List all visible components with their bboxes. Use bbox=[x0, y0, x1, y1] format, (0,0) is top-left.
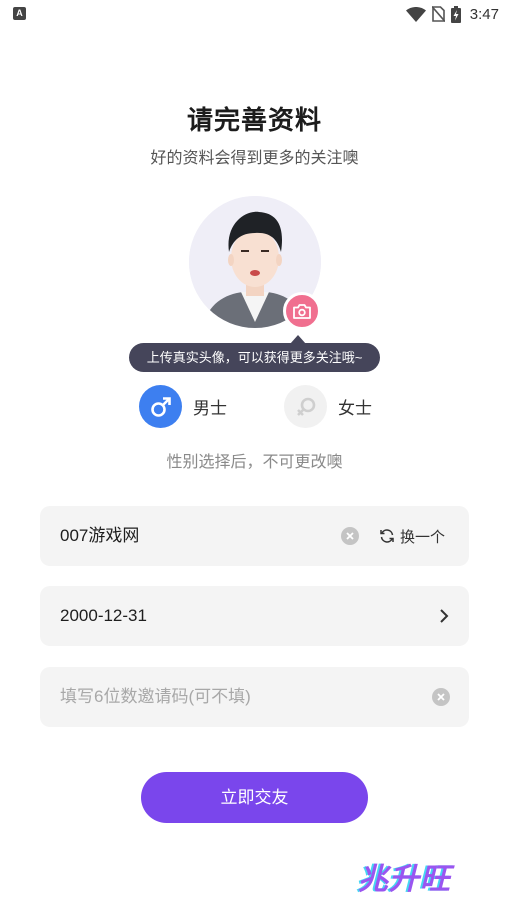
status-bar: A 3:47 bbox=[0, 0, 509, 28]
avatar-tooltip: 上传真实头像，可以获得更多关注哦~ bbox=[129, 343, 380, 372]
battery-charging-icon bbox=[450, 5, 461, 23]
female-icon bbox=[284, 385, 327, 428]
gender-option-male[interactable]: 男士 bbox=[139, 385, 227, 428]
nickname-field[interactable]: 007游戏网 换一个 bbox=[40, 506, 469, 566]
page-title: 请完善资料 bbox=[186, 105, 322, 135]
watermark-logo: 兆升旺 bbox=[358, 854, 468, 904]
male-icon bbox=[139, 385, 182, 428]
status-time: 3:47 bbox=[469, 5, 499, 23]
no-sim-icon bbox=[431, 6, 445, 22]
gender-label-female: 女士 bbox=[338, 399, 372, 418]
nickname-value[interactable]: 007游戏网 bbox=[60, 506, 139, 566]
upload-avatar-button[interactable] bbox=[283, 292, 321, 330]
birthday-field[interactable]: 2000-12-31 bbox=[40, 586, 469, 646]
gender-option-female[interactable]: 女士 bbox=[284, 385, 372, 428]
swap-label: 换一个 bbox=[400, 528, 446, 546]
submit-button[interactable]: 立即交友 bbox=[141, 772, 368, 823]
clear-invite-icon[interactable] bbox=[432, 688, 450, 706]
invite-code-field[interactable] bbox=[40, 667, 469, 727]
watermark-text: 兆升旺 bbox=[358, 863, 451, 896]
wifi-icon bbox=[405, 6, 426, 22]
clear-nickname-icon[interactable] bbox=[341, 527, 359, 545]
gender-label-male: 男士 bbox=[193, 399, 227, 418]
camera-icon bbox=[293, 303, 311, 319]
invite-code-input[interactable] bbox=[60, 682, 420, 712]
gender-note: 性别选择后，不可更改噢 bbox=[166, 454, 343, 471]
refresh-icon bbox=[380, 529, 394, 543]
chevron-right-icon bbox=[440, 609, 449, 623]
birthday-value: 2000-12-31 bbox=[60, 606, 147, 625]
swap-nickname-button[interactable]: 换一个 bbox=[379, 506, 445, 566]
notification-icon: A bbox=[13, 7, 26, 20]
status-icons: 3:47 bbox=[405, 4, 499, 24]
page-subtitle: 好的资料会得到更多的关注噢 bbox=[150, 150, 359, 167]
